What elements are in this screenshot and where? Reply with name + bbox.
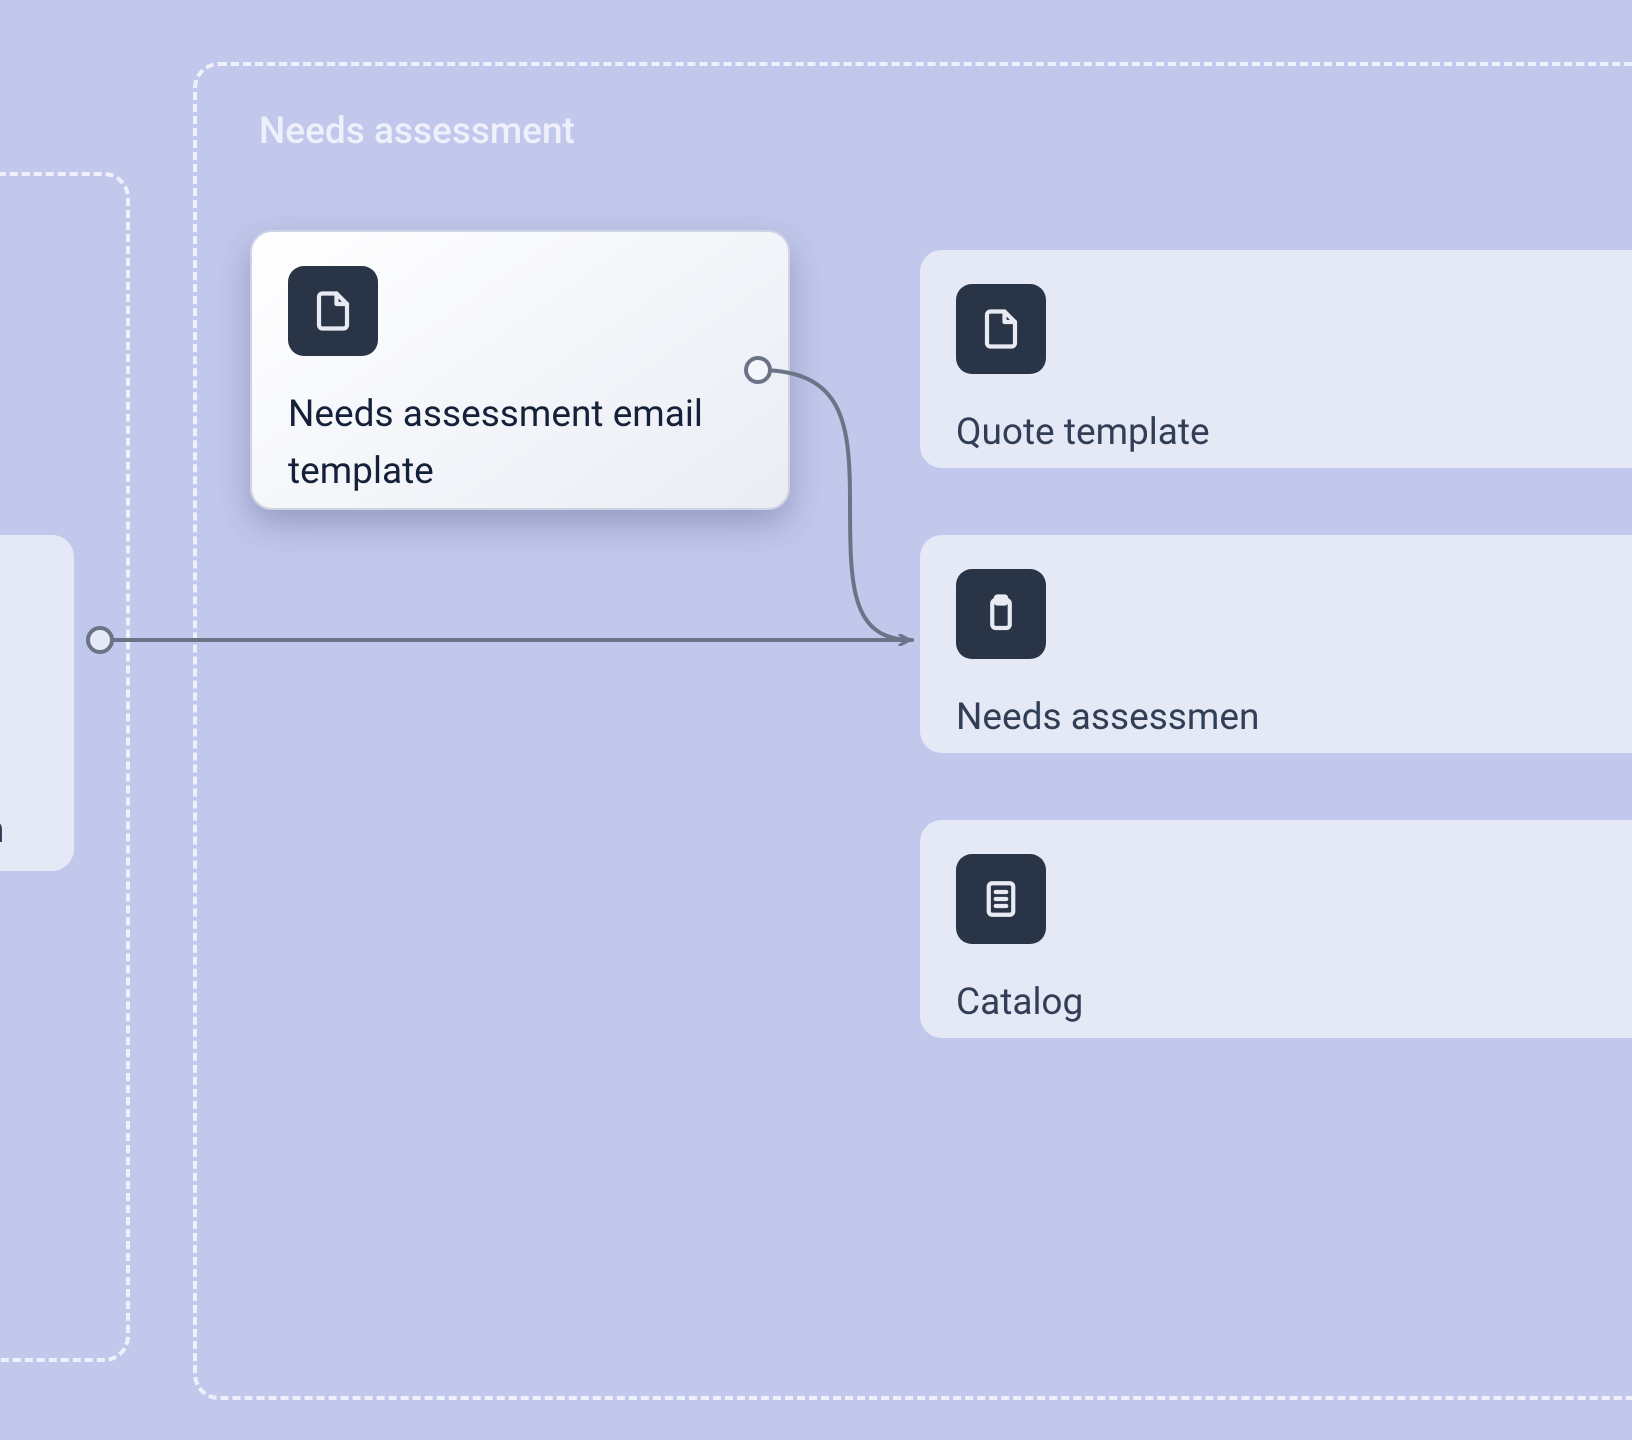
node-needs-assessment-email-template[interactable]: Needs assessment email template — [250, 230, 790, 510]
node-partial-left[interactable]: m — [0, 535, 74, 871]
document-icon — [288, 266, 378, 356]
node-label: Catalog — [956, 974, 1624, 1031]
node-catalog[interactable]: Catalog — [920, 820, 1632, 1038]
node-label: Needs assessmen — [956, 689, 1624, 746]
list-icon — [956, 854, 1046, 944]
node-quote-template[interactable]: Quote template — [920, 250, 1632, 468]
diagram-canvas: Needs assessment m Needs assessment emai… — [0, 0, 1632, 1440]
node-label: Needs assessment email template — [288, 386, 752, 501]
group-title: Needs assessment — [259, 110, 575, 153]
node-label: m — [0, 802, 4, 859]
document-icon — [956, 284, 1046, 374]
clipboard-icon — [956, 569, 1046, 659]
node-needs-assessment-form[interactable]: Needs assessmen — [920, 535, 1632, 753]
node-label: Quote template — [956, 404, 1624, 461]
